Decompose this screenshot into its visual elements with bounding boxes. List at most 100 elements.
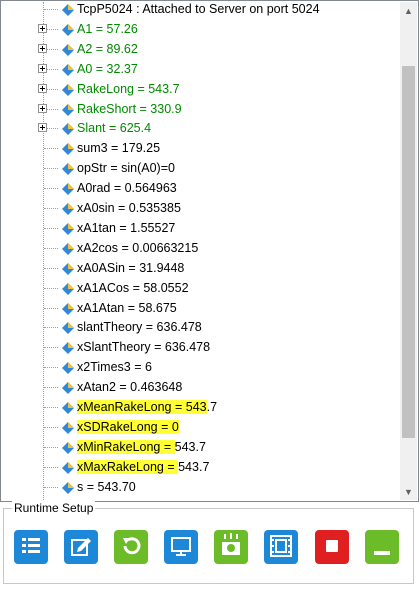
tree-item[interactable]: A0rad = 0.564963 bbox=[2, 178, 400, 198]
minimize-button[interactable] bbox=[365, 530, 399, 564]
tree-content: TcpP5024 : Attached to Server on port 50… bbox=[2, 2, 400, 500]
variable-diamond-icon bbox=[62, 143, 74, 156]
label-rest: 543.7 bbox=[178, 459, 210, 474]
variable-diamond-icon bbox=[62, 382, 74, 395]
tree-item[interactable]: xA0sin = 0.535385 bbox=[2, 198, 400, 218]
tree-item-label: xA1Atan = 58.675 bbox=[77, 300, 177, 315]
highlighted-text: xSDRakeLong = 0 bbox=[77, 419, 179, 434]
tree-connector bbox=[44, 287, 58, 289]
tree-connector bbox=[44, 267, 58, 269]
tree-item-label: s = 543.70 bbox=[77, 479, 136, 494]
variable-diamond-icon bbox=[62, 43, 74, 56]
reset-button[interactable] bbox=[114, 530, 148, 564]
edit-button[interactable] bbox=[64, 530, 98, 564]
tree-connector bbox=[44, 307, 58, 309]
variable-diamond-icon bbox=[62, 63, 74, 76]
tree-item-label: xA1ACos = 58.0552 bbox=[77, 280, 189, 295]
tree-item[interactable]: xSDRakeLong = 0 bbox=[2, 417, 400, 437]
tree-item-label: A2 = 89.62 bbox=[77, 41, 138, 56]
film-button[interactable] bbox=[264, 530, 298, 564]
variable-diamond-icon bbox=[62, 481, 74, 494]
variable-diamond-icon bbox=[62, 83, 74, 96]
monitor-icon bbox=[164, 529, 198, 566]
tree-item[interactable]: RakeLong = 543.7 bbox=[2, 79, 400, 99]
tree-item[interactable]: xA1tan = 1.55527 bbox=[2, 218, 400, 238]
variable-diamond-icon bbox=[62, 4, 74, 16]
tree-item[interactable]: xMinRakeLong = 543.7 bbox=[2, 437, 400, 457]
tree-connector bbox=[44, 367, 58, 369]
tree-connector bbox=[44, 466, 58, 468]
expand-plus-icon[interactable] bbox=[38, 23, 47, 33]
minimize-icon bbox=[365, 529, 399, 566]
tree-item-label: xA1tan = 1.55527 bbox=[77, 220, 176, 235]
list-button[interactable] bbox=[14, 530, 48, 564]
tree-item-label: Slant = 625.4 bbox=[77, 121, 152, 136]
tree-item[interactable]: sum3 = 179.25 bbox=[2, 138, 400, 158]
tree-item-label: RakeShort = 330.9 bbox=[77, 101, 182, 116]
tree-item-label: xA2cos = 0.00663215 bbox=[77, 240, 199, 255]
tree-item-label: TcpP5024 : Attached to Server on port 50… bbox=[77, 2, 320, 16]
scroll-up-arrow-icon[interactable]: ▲ bbox=[400, 2, 417, 19]
tree-item[interactable]: Slant = 625.4 bbox=[2, 118, 400, 138]
tree-item[interactable]: xA1Atan = 58.675 bbox=[2, 298, 400, 318]
tree-connector bbox=[44, 227, 58, 229]
variable-diamond-icon bbox=[62, 242, 74, 255]
tree-connector bbox=[44, 148, 58, 150]
tree-item[interactable]: slantTheory = 636.478 bbox=[2, 317, 400, 337]
tree-connector bbox=[44, 446, 58, 448]
expand-plus-icon[interactable] bbox=[38, 43, 47, 53]
tree-item[interactable]: xMeanRakeLong = 543.7 bbox=[2, 397, 400, 417]
display-button[interactable] bbox=[164, 530, 198, 564]
tree-item[interactable]: A2 = 89.62 bbox=[2, 39, 400, 59]
tree-connector bbox=[44, 387, 58, 389]
expand-plus-icon[interactable] bbox=[38, 103, 47, 113]
tree-item-label: xAtan2 = 0.463648 bbox=[77, 380, 183, 395]
variable-tree[interactable]: TcpP5024 : Attached to Server on port 50… bbox=[0, 0, 419, 502]
highlighted-text: xMaxRakeLong = bbox=[77, 459, 179, 474]
tree-item[interactable]: A1 = 57.26 bbox=[2, 19, 400, 39]
tree-item[interactable]: xA0ASin = 31.9448 bbox=[2, 258, 400, 278]
variable-diamond-icon bbox=[62, 183, 74, 196]
tree-item-label: xA0ASin = 31.9448 bbox=[77, 260, 185, 275]
scroll-down-arrow-icon[interactable]: ▼ bbox=[400, 483, 417, 500]
tree-item-label: x2Times3 = 6 bbox=[77, 360, 152, 375]
highlighted-text: xMeanRakeLong = 543 bbox=[77, 400, 207, 414]
tree-item-label: xMaxRakeLong = 543.7 bbox=[77, 459, 209, 475]
tree-item[interactable]: s = 543.70 bbox=[2, 477, 400, 497]
tree-item-label: xSDRakeLong = 0 bbox=[77, 419, 179, 435]
variable-diamond-icon bbox=[62, 222, 74, 235]
variable-diamond-icon bbox=[62, 461, 74, 474]
tree-item[interactable]: A0 = 32.37 bbox=[2, 59, 400, 79]
tree-item-label: slantTheory = 636.478 bbox=[77, 320, 202, 335]
tree-item[interactable]: xSlantTheory = 636.478 bbox=[2, 337, 400, 357]
refresh-icon bbox=[114, 529, 148, 566]
tree-item-label: RakeLong = 543.7 bbox=[77, 81, 180, 96]
tree-item-label: opStr = sin(A0)=0 bbox=[77, 161, 175, 176]
vertical-scrollbar[interactable]: ▲ ▼ bbox=[400, 2, 417, 500]
variable-diamond-icon bbox=[62, 282, 74, 295]
tree-connector bbox=[44, 188, 58, 190]
tree-item[interactable]: xA1ACos = 58.0552 bbox=[2, 278, 400, 298]
runtime-setup-group: Runtime Setup bbox=[3, 501, 414, 584]
variable-diamond-icon bbox=[62, 441, 74, 454]
variable-diamond-icon bbox=[62, 163, 74, 176]
runtime-setup-title: Runtime Setup bbox=[12, 501, 96, 515]
expand-plus-icon[interactable] bbox=[38, 63, 47, 73]
highlighted-text: xMinRakeLong = bbox=[77, 439, 175, 454]
tree-item[interactable]: TcpP5024 : Attached to Server on port 50… bbox=[2, 2, 400, 19]
tree-item[interactable]: xA2cos = 0.00663215 bbox=[2, 238, 400, 258]
tree-item[interactable]: opStr = sin(A0)=0 bbox=[2, 158, 400, 178]
expand-plus-icon[interactable] bbox=[38, 123, 47, 133]
scroll-thumb[interactable] bbox=[402, 66, 415, 438]
tree-item[interactable]: xMaxRakeLong = 543.7 bbox=[2, 457, 400, 477]
snapshot-button[interactable] bbox=[214, 530, 248, 564]
variable-diamond-icon bbox=[62, 362, 74, 375]
stop-button[interactable] bbox=[315, 530, 349, 564]
variable-diamond-icon bbox=[62, 322, 74, 335]
tree-item[interactable]: x2Times3 = 6 bbox=[2, 357, 400, 377]
tree-item[interactable]: xAtan2 = 0.463648 bbox=[2, 377, 400, 397]
variable-diamond-icon bbox=[62, 402, 74, 414]
label-rest: 543.7 bbox=[174, 439, 206, 454]
expand-plus-icon[interactable] bbox=[38, 83, 47, 93]
tree-item[interactable]: RakeShort = 330.9 bbox=[2, 99, 400, 119]
